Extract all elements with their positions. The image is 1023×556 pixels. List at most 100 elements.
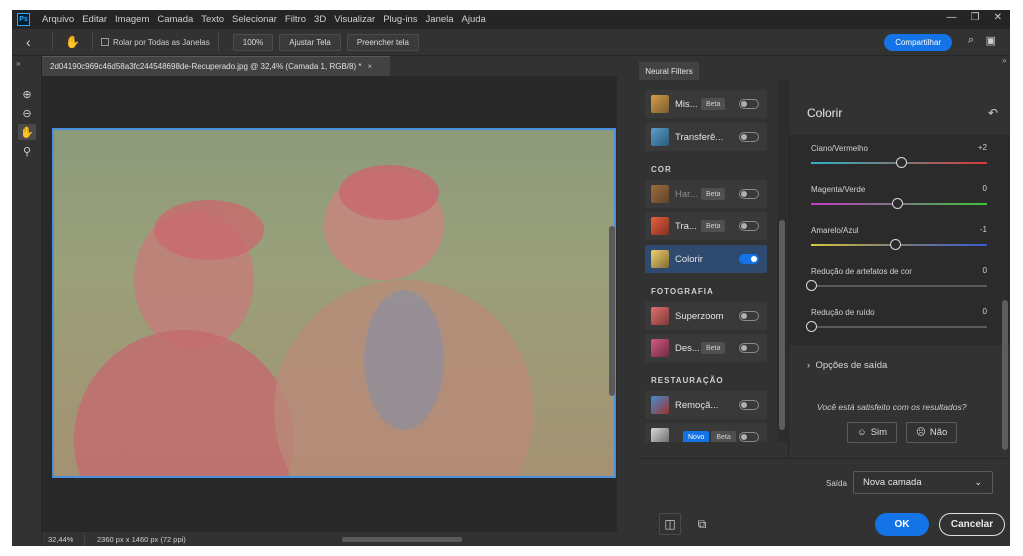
slider-track[interactable] — [811, 326, 987, 328]
filter-toggle[interactable] — [739, 432, 759, 442]
beta-badge: Beta — [701, 342, 726, 354]
menu-janela[interactable]: Janela — [422, 14, 458, 25]
filter-name: Transferê... — [675, 131, 724, 143]
menu-3d[interactable]: 3D — [310, 14, 330, 25]
menu-camada[interactable]: Camada — [153, 14, 197, 25]
hand-icon[interactable]: ✋ — [18, 124, 36, 140]
close-window-icon[interactable]: ✕ — [994, 12, 1002, 23]
settings-scrollbar[interactable] — [1002, 300, 1008, 450]
slider-handle[interactable] — [806, 321, 817, 332]
filter-list-scrollbar[interactable] — [777, 80, 787, 442]
menu-filtro[interactable]: Filtro — [281, 14, 310, 25]
menu-plugins[interactable]: Plug-ins — [379, 14, 421, 25]
ok-button[interactable]: OK — [875, 513, 929, 536]
filter-item-des[interactable]: Des... Beta — [645, 334, 767, 362]
output-options-label: Opções de saída — [815, 360, 888, 371]
filter-toggle[interactable] — [739, 400, 759, 410]
filter-toggle[interactable] — [739, 311, 759, 321]
zoom-out-icon[interactable]: ⊖ — [18, 105, 36, 121]
slider-yellow-blue[interactable]: Amarelo/Azul -1 — [811, 225, 987, 250]
neural-filters-list: Mis... Beta Transferê... COR Har... Beta… — [639, 80, 786, 442]
neural-filters-tab[interactable]: Neural Filters — [639, 62, 699, 80]
zoom-tool-icon[interactable]: ⚲ — [18, 143, 36, 159]
filter-item-mis[interactable]: Mis... Beta — [645, 90, 767, 118]
compare-icon[interactable]: ◫ — [659, 513, 681, 535]
window-controls: — ❐ ✕ — [947, 12, 1002, 23]
slider-cyan-red[interactable]: Ciano/Vermelho +2 — [811, 143, 987, 168]
image-region — [154, 200, 264, 260]
fit-screen-button[interactable]: Ajustar Tela — [279, 33, 341, 51]
slider-value: 0 — [982, 184, 987, 193]
filter-item-transfer[interactable]: Transferê... — [645, 123, 767, 151]
slider-handle[interactable] — [806, 280, 817, 291]
new-badge: Novo — [683, 431, 710, 442]
output-select[interactable]: Nova camada ⌄ — [853, 471, 993, 494]
share-button[interactable]: Compartilhar — [884, 34, 952, 51]
filter-toggle[interactable] — [739, 99, 759, 109]
cancel-button[interactable]: Cancelar — [939, 513, 1005, 536]
filter-toggle[interactable] — [739, 254, 759, 264]
reset-icon[interactable]: ↶ — [988, 106, 998, 120]
document-image[interactable] — [52, 128, 616, 478]
menu-visualizar[interactable]: Visualizar — [330, 14, 379, 25]
section-cor: COR — [651, 165, 672, 174]
zoom-in-icon[interactable]: ⊕ — [18, 86, 36, 102]
filter-item-tra[interactable]: Tra... Beta — [645, 212, 767, 240]
menu-editar[interactable]: Editar — [78, 14, 111, 25]
menu-arquivo[interactable]: Arquivo — [38, 14, 78, 25]
filter-thumb-icon — [651, 185, 669, 203]
filter-item-superzoom[interactable]: Superzoom — [645, 302, 767, 330]
minimize-icon[interactable]: — — [947, 12, 957, 23]
smile-icon: ☺ — [857, 427, 867, 438]
menu-selecionar[interactable]: Selecionar — [228, 14, 281, 25]
filter-toggle[interactable] — [739, 343, 759, 353]
slider-color-artifact-reduction[interactable]: Redução de artefatos de cor 0 — [806, 266, 987, 291]
filter-item-remocao[interactable]: Remoçã... — [645, 391, 767, 419]
back-icon[interactable]: ‹ — [26, 34, 44, 50]
slider-handle[interactable] — [895, 157, 907, 168]
restore-icon[interactable]: ❐ — [971, 12, 980, 23]
scroll-thumb[interactable] — [779, 220, 785, 430]
slider-value: 0 — [982, 307, 987, 316]
slider-track[interactable] — [811, 285, 987, 287]
menu-ajuda[interactable]: Ajuda — [458, 14, 490, 25]
image-region — [339, 165, 439, 220]
slider-noise-reduction[interactable]: Redução de ruído 0 — [806, 307, 987, 332]
canvas-area[interactable] — [42, 76, 617, 531]
layers-icon[interactable]: ⧉ — [691, 513, 713, 535]
sliders-area: Ciano/Vermelho +2 Magenta/Verde 0 Amarel… — [789, 135, 1010, 345]
hand-tool-icon[interactable]: ✋ — [65, 35, 80, 49]
menu-texto[interactable]: Texto — [197, 14, 228, 25]
filter-toggle[interactable] — [739, 189, 759, 199]
slider-label: Ciano/Vermelho — [811, 144, 868, 153]
filter-item-har[interactable]: Har... Beta — [645, 180, 767, 208]
filter-thumb-icon — [651, 396, 669, 414]
output-options-expander[interactable]: › Opções de saída — [807, 360, 887, 371]
vertical-scrollbar[interactable] — [609, 226, 615, 396]
beta-badge: Beta — [701, 220, 726, 232]
filter-toggle[interactable] — [739, 221, 759, 231]
panel-title: Colorir — [807, 106, 843, 120]
filter-toggle[interactable] — [739, 132, 759, 142]
menu-imagem[interactable]: Imagem — [111, 14, 153, 25]
slider-handle[interactable] — [890, 239, 902, 250]
no-button[interactable]: ☹ Não — [906, 422, 958, 443]
yes-button[interactable]: ☺ Sim — [847, 422, 898, 443]
filter-thumb-icon — [651, 307, 669, 325]
zoom-readout[interactable]: 32,44% — [42, 535, 84, 544]
collapse-icon[interactable]: » — [16, 59, 20, 68]
slider-magenta-green[interactable]: Magenta/Verde 0 — [811, 184, 987, 209]
search-icon[interactable]: ⌕ — [968, 34, 974, 47]
filter-item-new[interactable]: Novo Beta — [645, 423, 767, 442]
slider-handle[interactable] — [892, 198, 904, 209]
panel-menu-icon[interactable]: » — [1002, 56, 1010, 76]
document-tab[interactable]: 2d04190c969c46d58a3fc244548698de-Recuper… — [42, 56, 390, 76]
workspace-icon[interactable]: ▣ — [986, 34, 996, 47]
zoom-100-button[interactable]: 100% — [232, 33, 274, 51]
fill-screen-button[interactable]: Preencher tela — [346, 33, 419, 51]
filter-item-colorir[interactable]: Colorir — [645, 245, 767, 273]
horizontal-scrollbar[interactable] — [342, 537, 462, 542]
scroll-all-checkbox[interactable] — [100, 38, 109, 46]
slider-label: Magenta/Verde — [811, 185, 866, 194]
close-tab-icon[interactable]: × — [367, 62, 372, 71]
